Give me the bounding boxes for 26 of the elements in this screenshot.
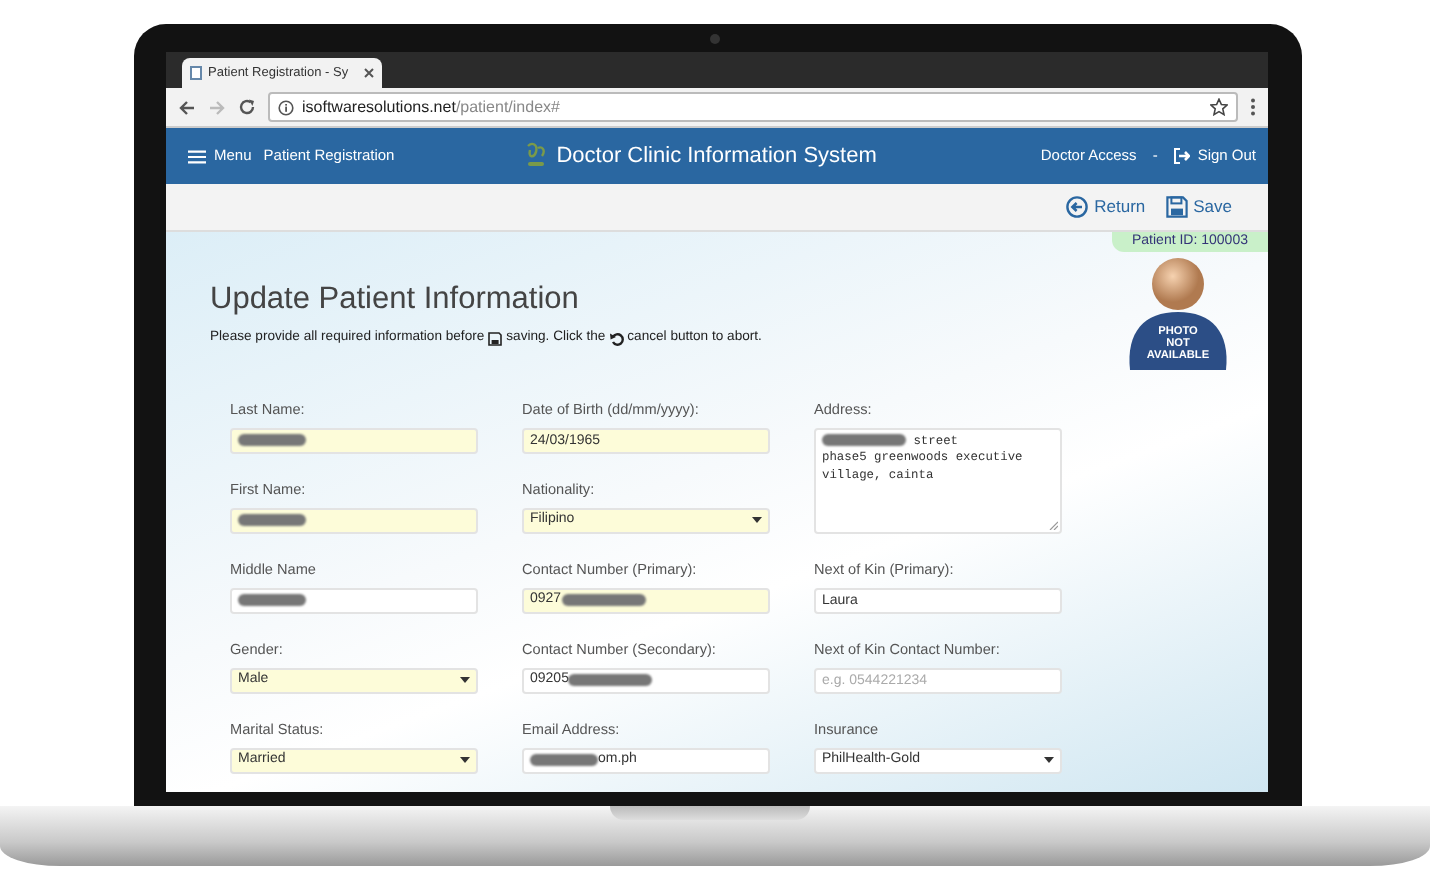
caret-icon	[752, 516, 762, 525]
address-field[interactable]: isoftwaresolutions.net/patient/index#	[268, 92, 1238, 122]
return-button[interactable]: Return	[1066, 194, 1146, 220]
app-title: Doctor Clinic Information System	[556, 141, 877, 172]
caret-icon	[1044, 756, 1054, 765]
menu-icon	[188, 149, 206, 163]
undo-icon	[609, 331, 624, 346]
star-icon[interactable]	[1210, 98, 1228, 116]
input-field[interactable]	[230, 507, 478, 534]
menu-dots-icon[interactable]	[1250, 98, 1256, 116]
close-icon[interactable]	[364, 68, 374, 78]
reload-icon[interactable]	[238, 98, 256, 116]
sign-out-icon	[1173, 148, 1190, 164]
input-field[interactable]	[230, 587, 478, 614]
caret-icon	[460, 756, 470, 765]
input-field[interactable]	[230, 427, 478, 454]
logo-icon	[524, 142, 549, 170]
caret-icon	[460, 676, 470, 685]
resize-grip-icon	[1048, 519, 1058, 530]
back-icon[interactable]	[178, 99, 196, 115]
save-button[interactable]: Save	[1165, 194, 1232, 220]
page-icon	[190, 66, 202, 80]
camera-icon	[710, 34, 720, 44]
back-arrow-icon	[1066, 196, 1089, 218]
page-heading: Update Patient Information	[210, 280, 581, 320]
info-icon	[278, 99, 294, 115]
